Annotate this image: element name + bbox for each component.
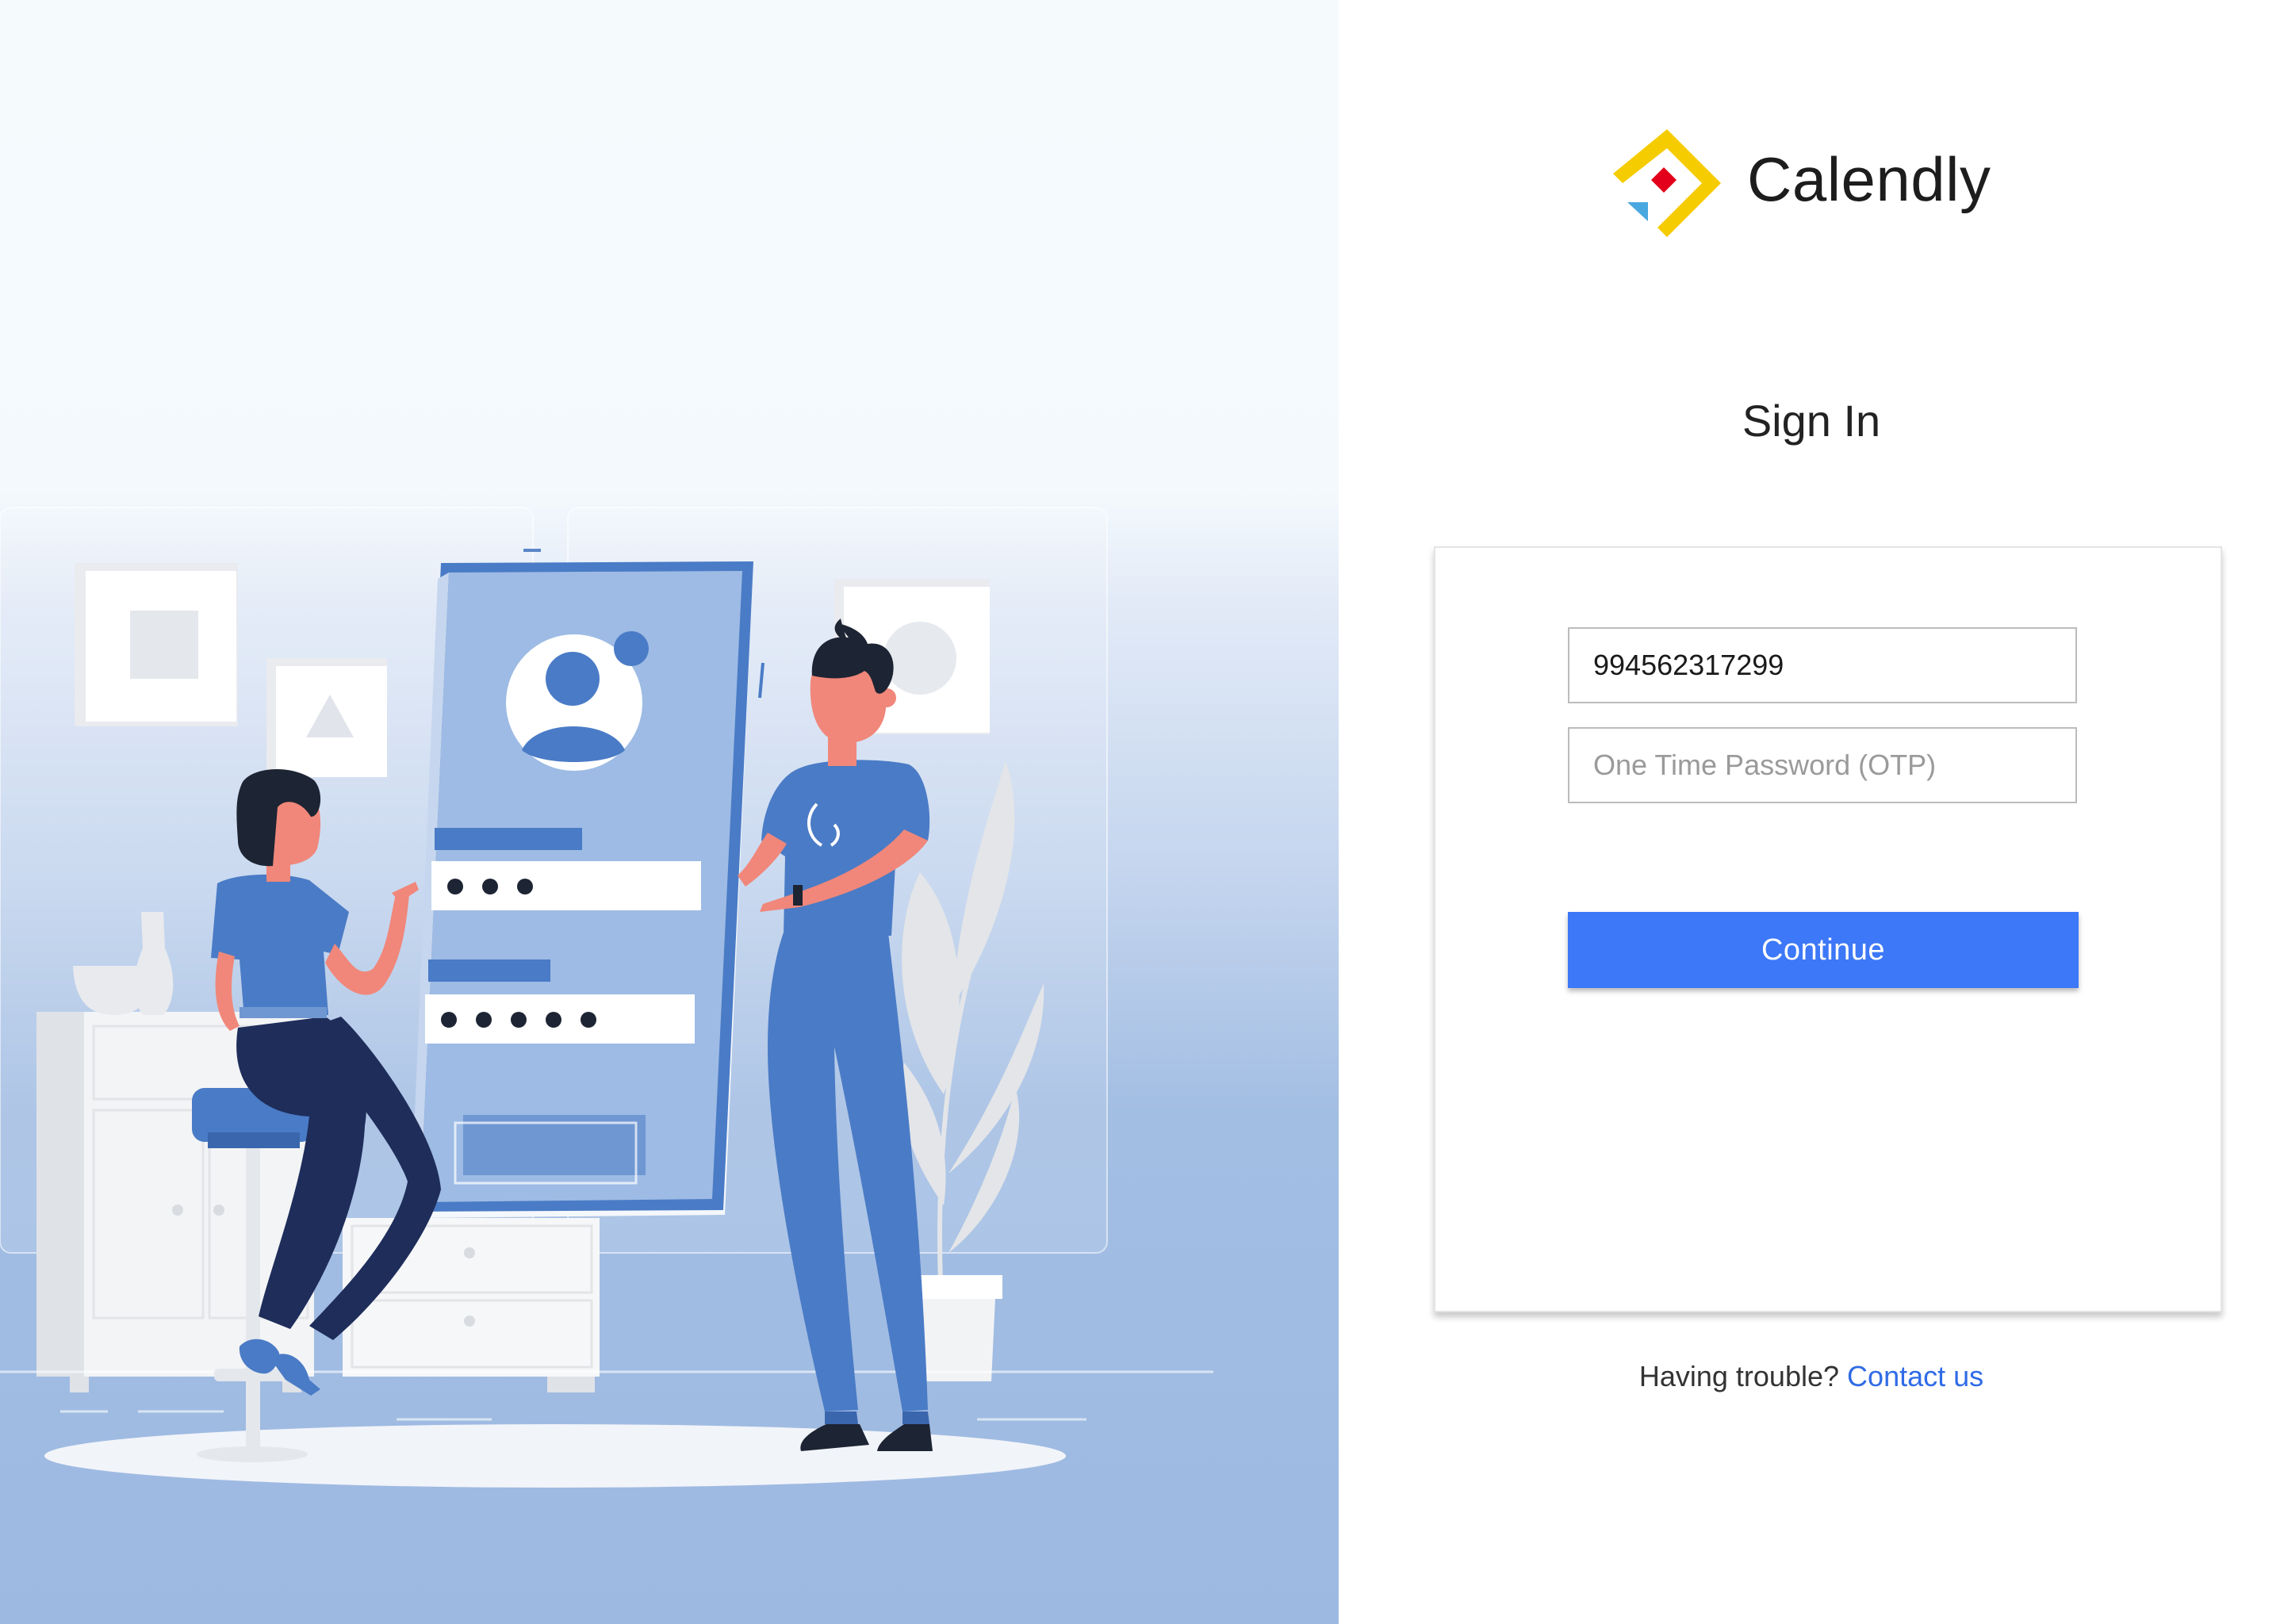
picture-frame-triangle [266, 658, 387, 777]
brand-name: Calendly [1747, 144, 1991, 214]
otp-input[interactable] [1568, 727, 2077, 803]
login-illustration [0, 0, 1339, 1624]
signin-panel: Calendly Sign In Continue Having trouble… [1339, 0, 2284, 1624]
calendly-logo-icon [1613, 129, 1721, 237]
illustration-graphic [0, 507, 1213, 1488]
signin-card: Continue [1434, 546, 2222, 1312]
help-line: Having trouble? Contact us [1339, 1360, 2284, 1393]
continue-button[interactable]: Continue [1568, 912, 2079, 988]
phone-number-input[interactable] [1568, 627, 2077, 703]
help-prompt: Having trouble? [1638, 1360, 1840, 1392]
page-title: Sign In [1742, 396, 1881, 446]
phone-screen [411, 561, 765, 1218]
picture-frame-square [75, 563, 238, 726]
contact-us-link[interactable]: Contact us [1847, 1360, 1983, 1392]
